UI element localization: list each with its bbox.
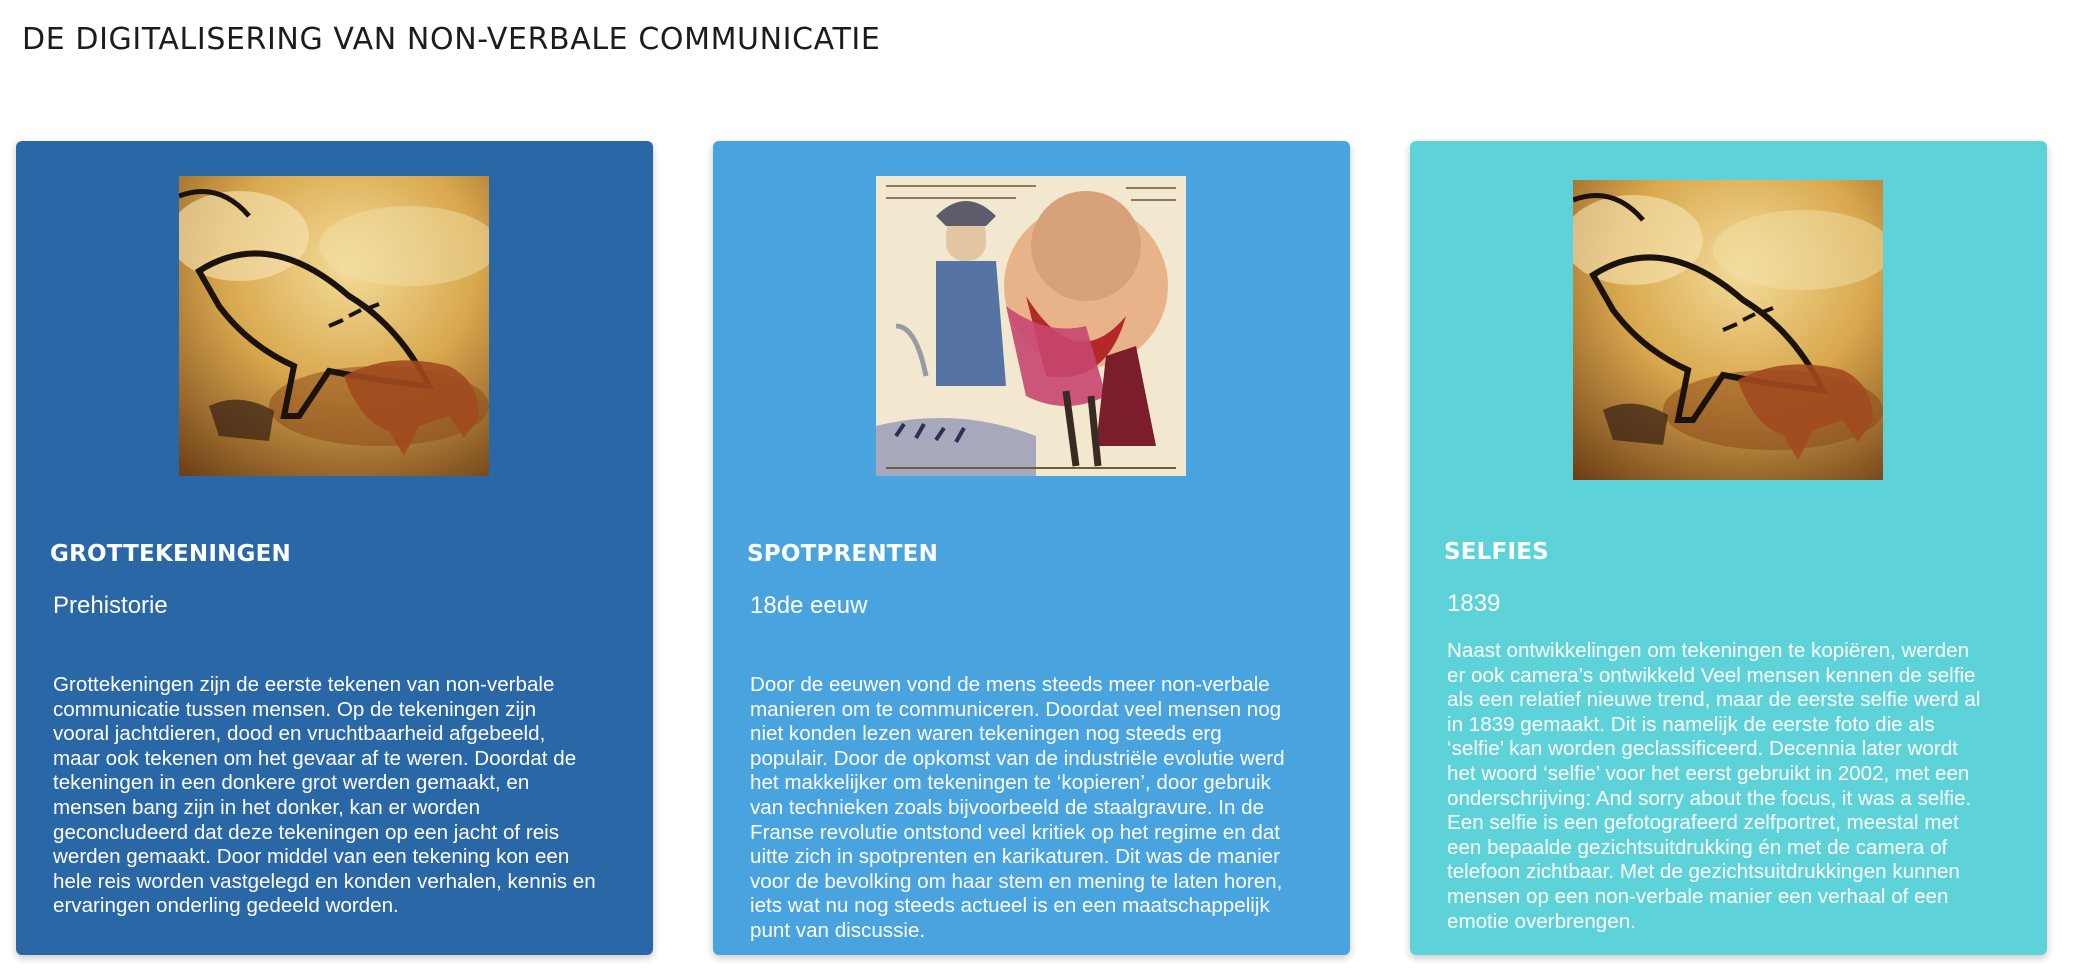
card-period: 1839 — [1447, 590, 1501, 617]
card-period: 18de eeuw — [750, 592, 868, 619]
cave-painting-image — [1573, 180, 1883, 480]
card-period: Prehistorie — [53, 592, 168, 619]
page-title: DE DIGITALISERING VAN NON-VERBALE COMMUN… — [22, 22, 881, 57]
cave-painting-image — [179, 176, 489, 476]
card-title: GROTTEKENINGEN — [50, 541, 291, 567]
card-title: SPOTPRENTEN — [747, 541, 939, 567]
card-body: Door de eeuwen vond de mens steeds meer … — [750, 673, 1285, 942]
card-body: Naast ontwikkelingen om tekeningen te ko… — [1447, 639, 1981, 933]
card-body: Grottekeningen zijn de eerste tekenen va… — [53, 673, 596, 918]
caricature-print-image — [876, 176, 1186, 476]
card-spotprenten: SPOTPRENTEN 18de eeuw Door de eeuwen von… — [713, 141, 1350, 955]
card-title: SELFIES — [1444, 539, 1549, 565]
card-grottekeningen: GROTTEKENINGEN Prehistorie Grottekeninge… — [16, 141, 653, 955]
card-selfies: SELFIES 1839 Naast ontwikkelingen om tek… — [1410, 141, 2047, 955]
